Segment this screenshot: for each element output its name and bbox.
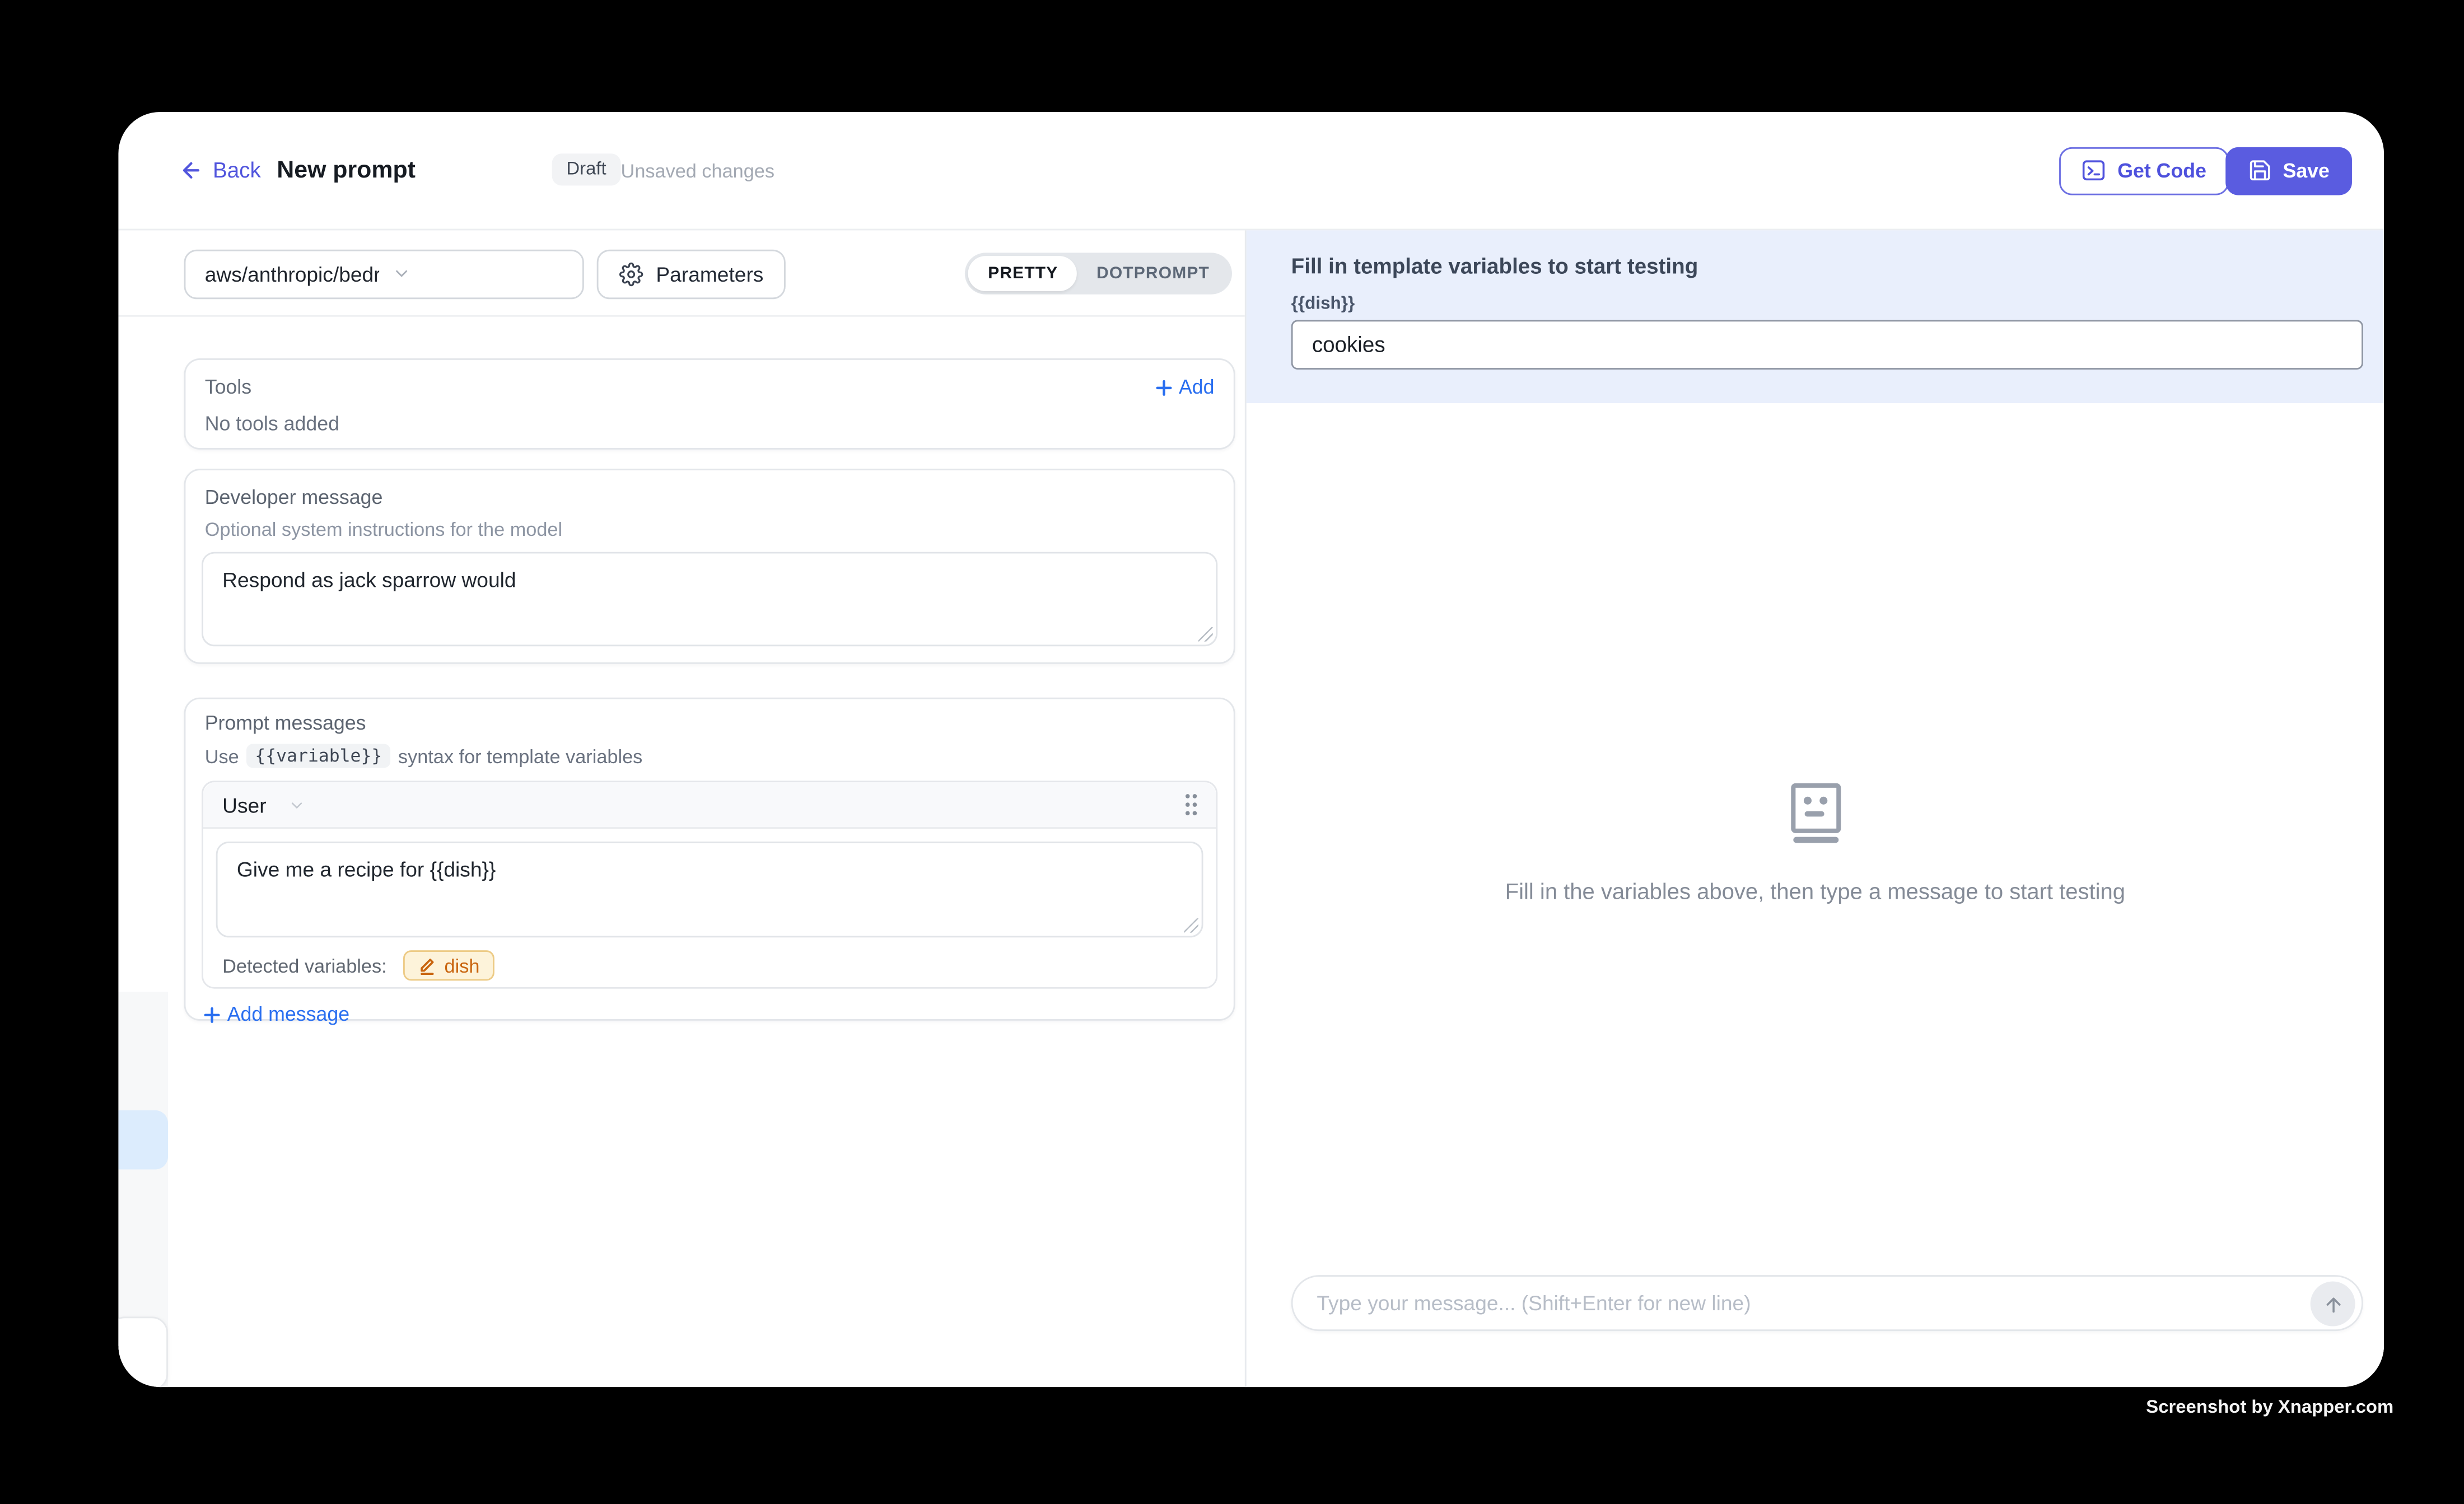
screenshot-stage: Back New prompt Draft Unsaved changes Ge… — [0, 0, 2464, 1504]
tools-empty-text: No tools added — [205, 413, 1215, 435]
tools-section: Tools Add No tools added — [184, 358, 1235, 450]
prompt-toolbar: aws/anthropic/bedrock-claude-3-5-s... Pa… — [118, 230, 1244, 317]
chat-input-bar — [1291, 1274, 2363, 1330]
back-button[interactable]: Back — [179, 112, 261, 229]
subtitle-prefix: Use — [205, 745, 239, 767]
variable-syntax-chip: {{variable}} — [247, 744, 390, 768]
background-popup-fragment — [118, 1316, 168, 1387]
role-selector-value: User — [222, 793, 266, 817]
variable-badge-label: dish — [445, 954, 480, 977]
message-header: User — [203, 782, 1216, 829]
prompt-messages-subtitle: Use {{variable}} syntax for template var… — [205, 744, 1218, 768]
parameters-button[interactable]: Parameters — [597, 249, 786, 298]
developer-message-input[interactable]: Respond as jack sparrow would — [202, 552, 1217, 647]
chat-message-input[interactable] — [1317, 1276, 2118, 1329]
page-header: Back New prompt Draft Unsaved changes Ge… — [118, 112, 2384, 230]
add-tool-label: Add — [1179, 376, 1215, 398]
developer-message-section: Developer message Optional system instru… — [184, 469, 1235, 664]
edit-pencil-icon — [417, 955, 436, 976]
arrow-up-icon — [2321, 1292, 2345, 1316]
save-button[interactable]: Save — [2225, 146, 2352, 194]
subtitle-suffix: syntax for template variables — [398, 745, 642, 767]
unsaved-changes-text: Unsaved changes — [621, 112, 775, 229]
add-tool-button[interactable]: Add — [1155, 376, 1214, 398]
tools-title: Tools — [205, 376, 251, 398]
resize-handle[interactable] — [1184, 918, 1198, 933]
resize-handle[interactable] — [1198, 627, 1213, 642]
app-window: Back New prompt Draft Unsaved changes Ge… — [118, 112, 2384, 1387]
template-variables-panel: Fill in template variables to start test… — [1247, 230, 2384, 403]
page-title: New prompt — [277, 112, 416, 229]
back-label: Back — [213, 158, 261, 183]
developer-message-title: Developer message — [205, 487, 1218, 509]
background-sidebar-selected-item — [118, 1110, 168, 1170]
back-arrow-icon — [179, 158, 203, 183]
prompt-editor-panel: Tools Add No tools added Developer messa… — [118, 317, 1244, 1387]
message-content-input[interactable]: Give me a recipe for {{dish}} — [216, 842, 1203, 937]
detected-variables-row: Detected variables: dish — [216, 937, 1203, 980]
model-selector[interactable]: aws/anthropic/bedrock-claude-3-5-s... — [184, 249, 584, 298]
developer-message-subtitle: Optional system instructions for the mod… — [205, 519, 1218, 541]
variable-key-label: {{dish}} — [1291, 293, 2363, 312]
detected-variables-label: Detected variables: — [222, 954, 387, 977]
variables-panel-title: Fill in template variables to start test… — [1291, 254, 2363, 278]
empty-state-text: Fill in the variables above, then type a… — [1505, 877, 2125, 903]
toggle-dotprompt[interactable]: DOTPROMPT — [1077, 255, 1229, 291]
prompt-messages-section: Prompt messages Use {{variable}} syntax … — [184, 698, 1235, 1021]
add-message-button[interactable]: Add message — [203, 1003, 349, 1025]
get-code-label: Get Code — [2117, 159, 2206, 181]
toggle-pretty[interactable]: PRETTY — [969, 255, 1077, 291]
prompt-messages-title: Prompt messages — [205, 712, 1218, 734]
message-block: User Give me a recipe for {{dish}} — [202, 781, 1217, 988]
chevron-down-icon — [392, 264, 566, 283]
send-button[interactable] — [2311, 1282, 2355, 1326]
test-panel: Fill in template variables to start test… — [1245, 230, 2384, 1387]
save-label: Save — [2283, 159, 2330, 181]
plus-icon — [203, 1006, 221, 1023]
view-mode-toggle: PRETTY DOTPROMPT — [965, 252, 1232, 293]
parameters-label: Parameters — [656, 261, 763, 286]
status-badge: Draft — [552, 153, 621, 185]
variable-badge-dish[interactable]: dish — [403, 950, 494, 980]
save-icon — [2248, 158, 2272, 183]
watermark-text: Screenshot by Xnapper.com — [2146, 1398, 2393, 1417]
add-message-label: Add message — [227, 1003, 349, 1025]
chevron-down-icon — [289, 796, 306, 813]
gear-icon — [619, 261, 643, 286]
model-selector-value: aws/anthropic/bedrock-claude-3-5-s... — [205, 261, 379, 286]
plus-icon — [1155, 379, 1172, 396]
terminal-icon — [2082, 158, 2106, 183]
drag-handle-icon[interactable] — [1182, 792, 1200, 818]
get-code-button[interactable]: Get Code — [2060, 146, 2229, 194]
role-selector[interactable]: User — [222, 793, 306, 817]
variable-value-input[interactable] — [1291, 319, 2363, 369]
chat-empty-state: Fill in the variables above, then type a… — [1247, 780, 2384, 903]
robot-face-icon — [1788, 780, 1842, 844]
